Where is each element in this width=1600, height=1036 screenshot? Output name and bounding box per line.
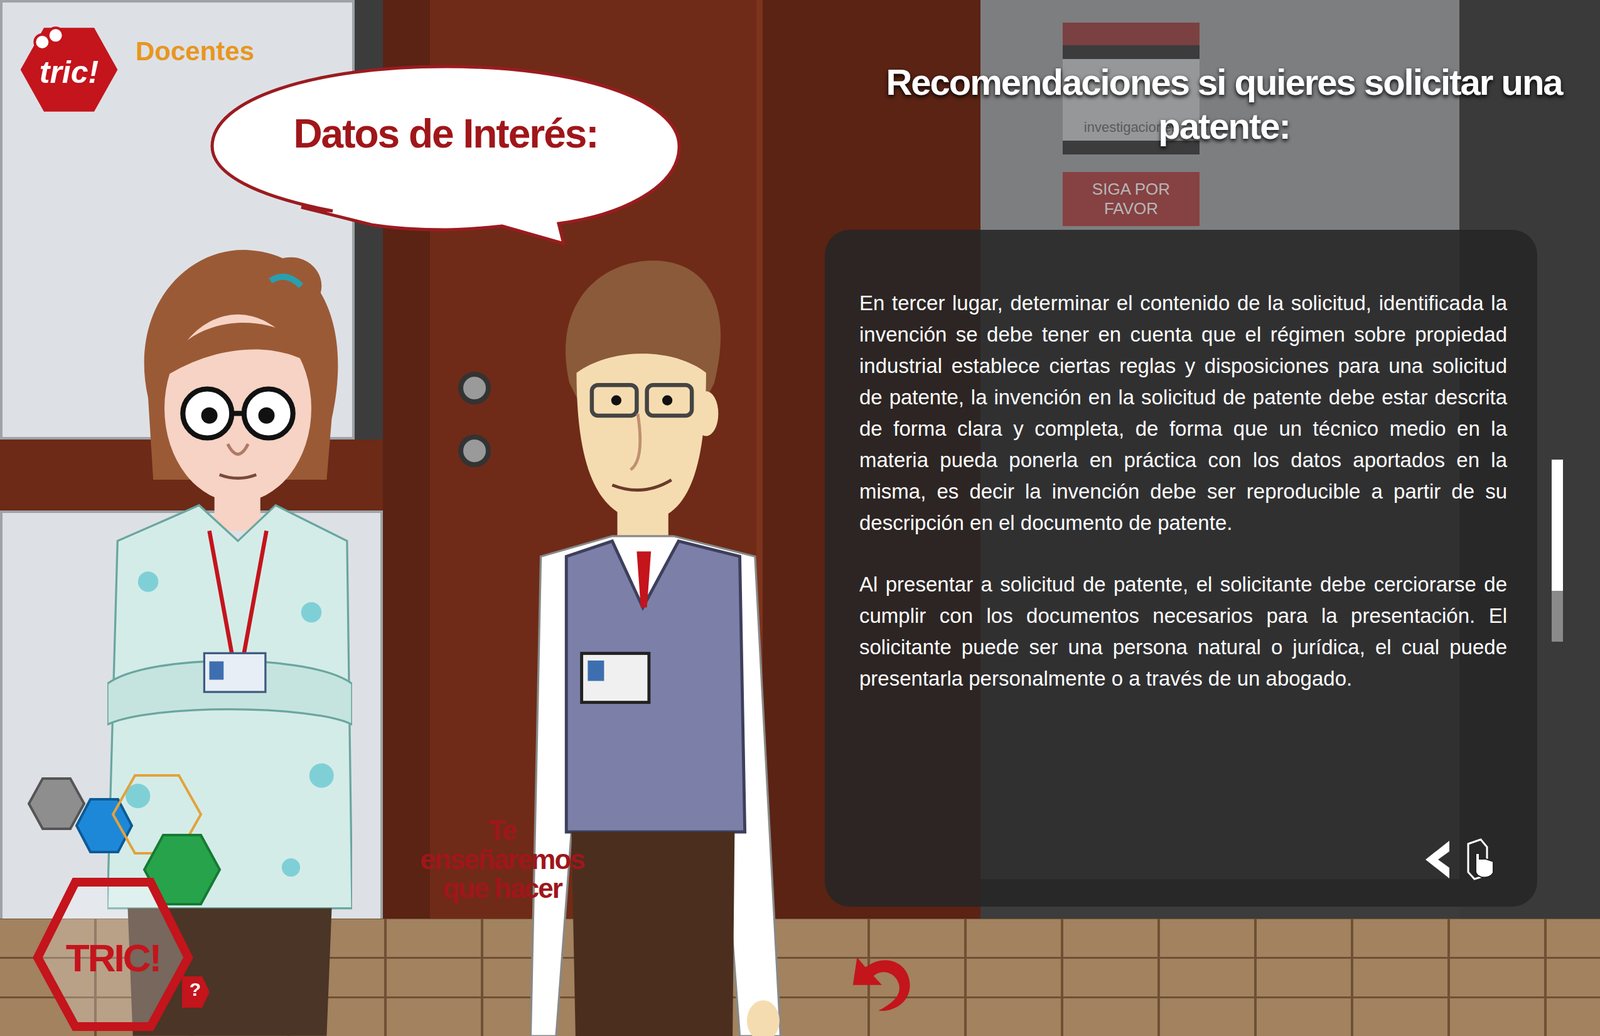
logo-text: tric! [18,53,120,91]
previous-chevron-icon[interactable] [1419,837,1457,882]
door-knob-icon [458,371,491,405]
sign-button: SIGA POR FAVOR [1062,171,1200,226]
panel-title: Recomendaciones si quieres solicitar una… [878,60,1570,148]
blue-hex[interactable] [76,799,132,852]
grey-hex[interactable] [28,778,85,829]
speech-bubble-text: Datos de Interés: [207,110,685,157]
speech-bubble: Datos de Interés: [207,61,685,269]
hex-menu: TRIC!? [25,768,277,1033]
door-knob-icon [458,434,491,468]
hex-menu-icon [25,768,277,1033]
panel-text: En tercer lugar, determinar el contenido… [859,287,1508,725]
logo[interactable]: tric! [18,22,120,117]
header: tric! Docentes [18,22,255,117]
help-button[interactable]: ? [184,978,206,1000]
info-panel: En tercer lugar, determinar el contenido… [824,229,1538,907]
sign-stripe [1062,22,1200,46]
paragraph: En tercer lugar, determinar el contenido… [859,287,1508,539]
section-title: Docentes [135,36,255,67]
caption: Te enseñaremos que hacer [414,816,591,904]
scene: investigacionesSIGA POR FAVORtric!Docent… [0,0,1600,1036]
menu-label[interactable]: TRIC! [50,935,176,980]
scrollbar-thumb[interactable] [1551,459,1563,591]
scrollbar[interactable] [1551,459,1563,642]
main-hex[interactable] [37,881,189,1027]
hand-cursor-icon[interactable] [1461,837,1500,882]
sign-stripe [1062,45,1200,60]
teacher-man [530,260,786,1036]
paragraph: Al presentar a solicitud de patente, el … [859,568,1508,695]
back-arrow-icon[interactable] [847,944,917,1014]
panel-nav [859,837,1506,882]
